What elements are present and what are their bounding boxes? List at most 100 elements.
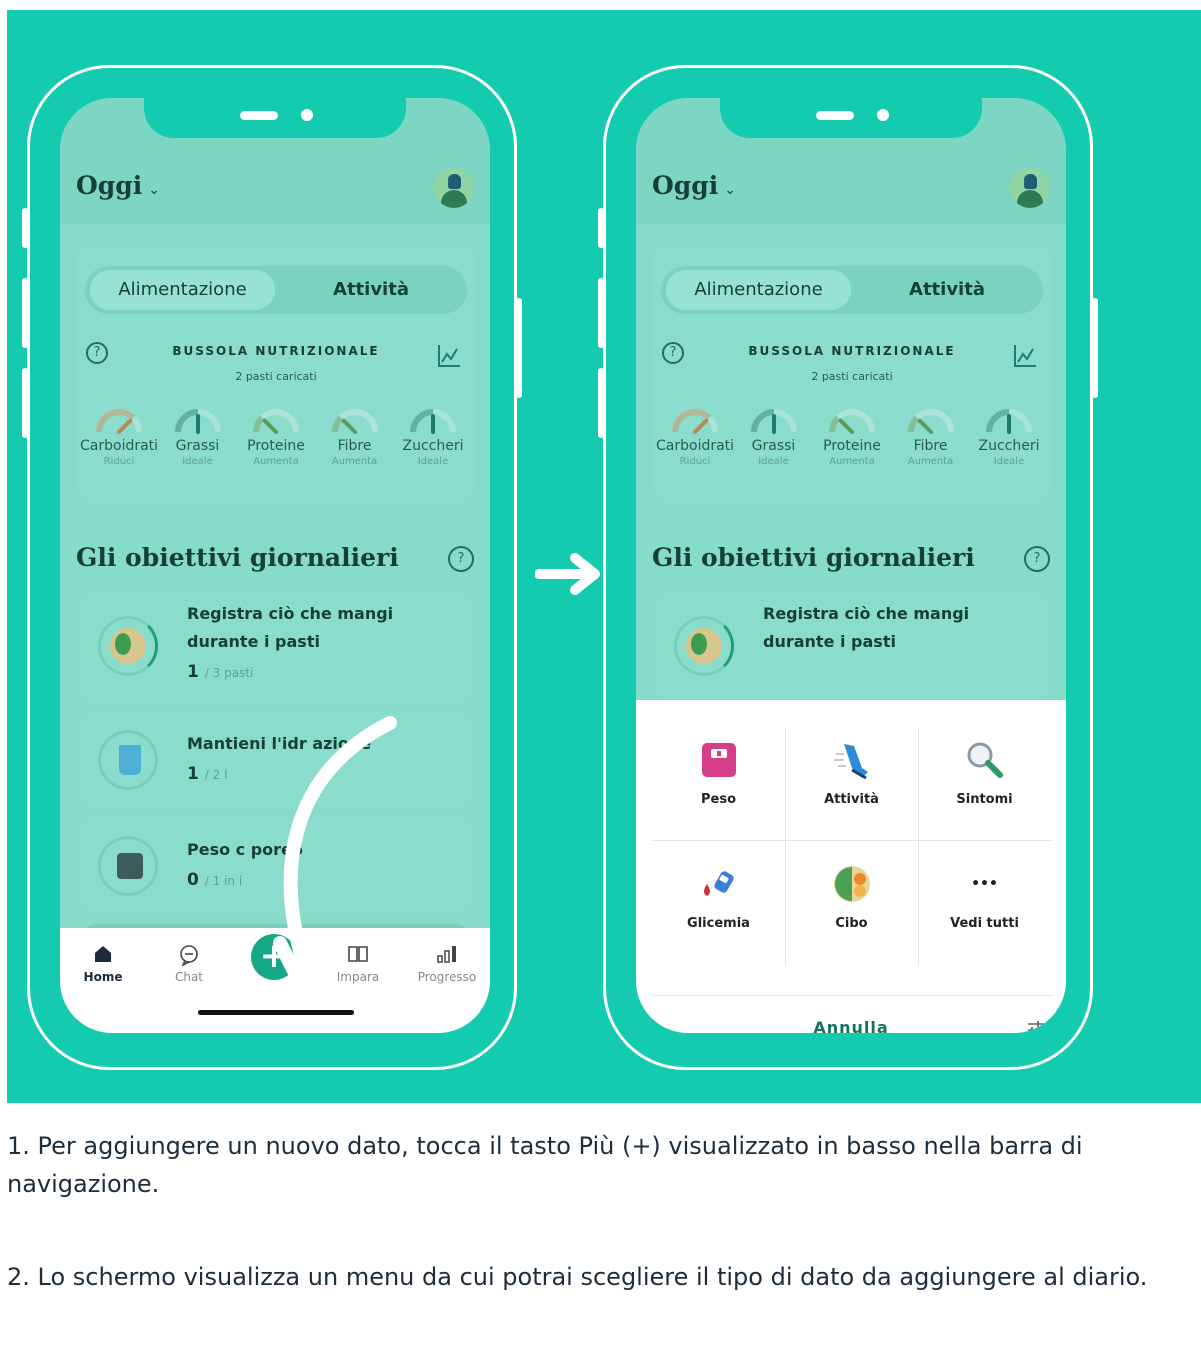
settings-sliders-icon[interactable] — [1026, 1020, 1046, 1033]
nutrient-gauge: Grassi Ideale — [735, 404, 813, 494]
help-icon[interactable]: ? — [1024, 546, 1050, 572]
gauge-status: Ideale — [417, 456, 449, 467]
gauge-icon — [410, 409, 456, 434]
phone-side-button — [516, 298, 522, 398]
curved-pointer-arrow — [273, 716, 397, 1010]
goal-card-meals[interactable]: Registra ciò che mangi durante i pasti 1… — [80, 590, 472, 702]
add-activity-option[interactable]: Attività — [785, 720, 918, 840]
gauge-icon — [672, 409, 718, 434]
magnifier-icon — [967, 742, 1003, 778]
date-selector[interactable]: Oggi ⌄ — [652, 171, 736, 200]
segmented-control: Alimentazione Attività — [85, 266, 467, 314]
home-icon — [68, 944, 138, 968]
gauge-label: Proteine — [823, 438, 881, 454]
gauge-label: Carboidrati — [656, 438, 735, 454]
phone-screen: Oggi ⌄ Alimentazione Attività ? BUSSOLA N… — [60, 98, 490, 1033]
goal-title: Registra ciò che mangi — [763, 604, 970, 623]
scale-icon — [98, 836, 158, 896]
compass-title: BUSSOLA NUTRIZIONALE — [172, 344, 380, 358]
phone-side-button — [22, 208, 28, 248]
goal-card-meals[interactable]: Registra ciò che mangi durante i pasti — [656, 590, 1048, 702]
trend-chart-icon[interactable] — [436, 343, 462, 369]
nutrition-compass-card: Alimentazione Attività ? BUSSOLA NUTRIZI… — [652, 246, 1052, 502]
food-plate-icon — [674, 616, 734, 676]
phone-side-button — [598, 208, 604, 248]
nutrient-gauge: Carboidrati Riduci — [656, 404, 734, 494]
gauge-status: Ideale — [182, 456, 213, 467]
nutrient-gauge: Carboidrati Riduci — [80, 404, 158, 494]
tab-alimentazione[interactable]: Alimentazione — [666, 270, 851, 310]
gauge-status: Aumenta — [907, 456, 954, 467]
avatar[interactable] — [434, 168, 474, 208]
gauge-label: Carboidrati — [80, 438, 159, 454]
gauge-icon — [96, 409, 142, 434]
arrow-right-icon — [535, 553, 600, 595]
see-all-option[interactable]: ••• Vedi tutti — [918, 844, 1051, 964]
gauge-label: Zuccheri — [978, 438, 1040, 454]
add-symptoms-option[interactable]: Sintomi — [918, 720, 1051, 840]
nav-home[interactable]: Home — [68, 944, 138, 984]
goals-title: Gli obiettivi giornalieri — [652, 543, 975, 572]
phone-notch — [144, 98, 406, 138]
tab-attivita[interactable]: Attività — [280, 270, 462, 310]
chevron-down-icon: ⌄ — [148, 182, 160, 198]
gauge-status: Riduci — [679, 456, 711, 467]
food-plate-icon — [98, 616, 158, 676]
phone-side-button — [1092, 298, 1098, 398]
nutrient-gauge: Zuccheri Ideale — [970, 404, 1048, 494]
goal-title: durante i pasti — [763, 632, 896, 651]
phone-notch — [720, 98, 982, 138]
phone-screen: Oggi ⌄ Alimentazione Attività ? BUSSOLA N… — [636, 98, 1066, 1033]
bar-chart-icon — [412, 944, 482, 968]
nutrient-gauge: Grassi Ideale — [159, 404, 237, 494]
goals-title: Gli obiettivi giornalieri — [76, 543, 399, 572]
compass-subtitle: 2 pasti caricati — [235, 370, 317, 383]
nutrient-gauge: Proteine Aumenta — [813, 404, 891, 494]
gauge-icon — [986, 409, 1032, 434]
add-data-sheet: Peso Attività Sintomi Glicemia Cibo ••• … — [636, 700, 1066, 1033]
gauge-status: Aumenta — [829, 456, 875, 467]
glucose-meter-icon — [703, 871, 734, 896]
date-selector[interactable]: Oggi ⌄ — [76, 171, 160, 200]
gauge-label: Zuccheri — [402, 438, 464, 454]
scale-icon — [701, 743, 736, 777]
gauge-icon — [907, 409, 954, 434]
tab-alimentazione[interactable]: Alimentazione — [90, 270, 275, 310]
gauge-icon — [331, 409, 378, 434]
add-glycemia-option[interactable]: Glicemia — [652, 844, 785, 964]
gauge-icon — [750, 409, 797, 434]
compass-subtitle: 2 pasti caricati — [811, 370, 893, 383]
goal-title: durante i pasti — [187, 632, 320, 651]
gauge-row: Carboidrati Riduci Grassi Ideale Proteine Aum… — [80, 404, 472, 494]
gauge-icon — [174, 409, 221, 434]
chevron-down-icon: ⌄ — [724, 182, 736, 198]
gauge-label: Proteine — [247, 438, 305, 454]
nutrient-gauge: Zuccheri Ideale — [394, 404, 472, 494]
compass-title: BUSSOLA NUTRIZIONALE — [748, 344, 956, 358]
avatar[interactable] — [1010, 168, 1050, 208]
goal-title: Registra ciò che mangi — [187, 604, 394, 623]
nutrient-gauge: Fibre Aumenta — [892, 404, 970, 494]
phone-side-button — [598, 368, 604, 438]
gauge-label: Grassi — [175, 438, 220, 454]
help-icon[interactable]: ? — [448, 546, 474, 572]
tab-attivita[interactable]: Attività — [856, 270, 1038, 310]
gauge-status: Ideale — [993, 456, 1025, 467]
add-weight-option[interactable]: Peso — [652, 720, 785, 840]
nav-progress[interactable]: Progresso — [412, 944, 482, 984]
phone-side-button — [22, 278, 28, 348]
trend-chart-icon[interactable] — [1012, 343, 1038, 369]
phone-frame-right: Oggi ⌄ Alimentazione Attività ? BUSSOLA N… — [598, 65, 1098, 1070]
gauge-row: Carboidrati Riduci Grassi Ideale Proteine Aum… — [656, 404, 1048, 494]
food-plate-icon — [833, 866, 870, 902]
gauge-label: Fibre — [337, 438, 372, 454]
gauge-status: Ideale — [758, 456, 789, 467]
cancel-button[interactable]: Annulla — [636, 1018, 1066, 1033]
gauge-label: Grassi — [751, 438, 796, 454]
add-food-option[interactable]: Cibo — [785, 844, 918, 964]
caption-step-1: 1. Per aggiungere un nuovo dato, tocca i… — [7, 1127, 1201, 1203]
gauge-label: Fibre — [913, 438, 948, 454]
nutrition-compass-card: Alimentazione Attività ? BUSSOLA NUTRIZI… — [76, 246, 476, 502]
more-icon: ••• — [971, 876, 998, 892]
caption-step-2: 2. Lo schermo visualizza un menu da cui … — [7, 1258, 1201, 1296]
